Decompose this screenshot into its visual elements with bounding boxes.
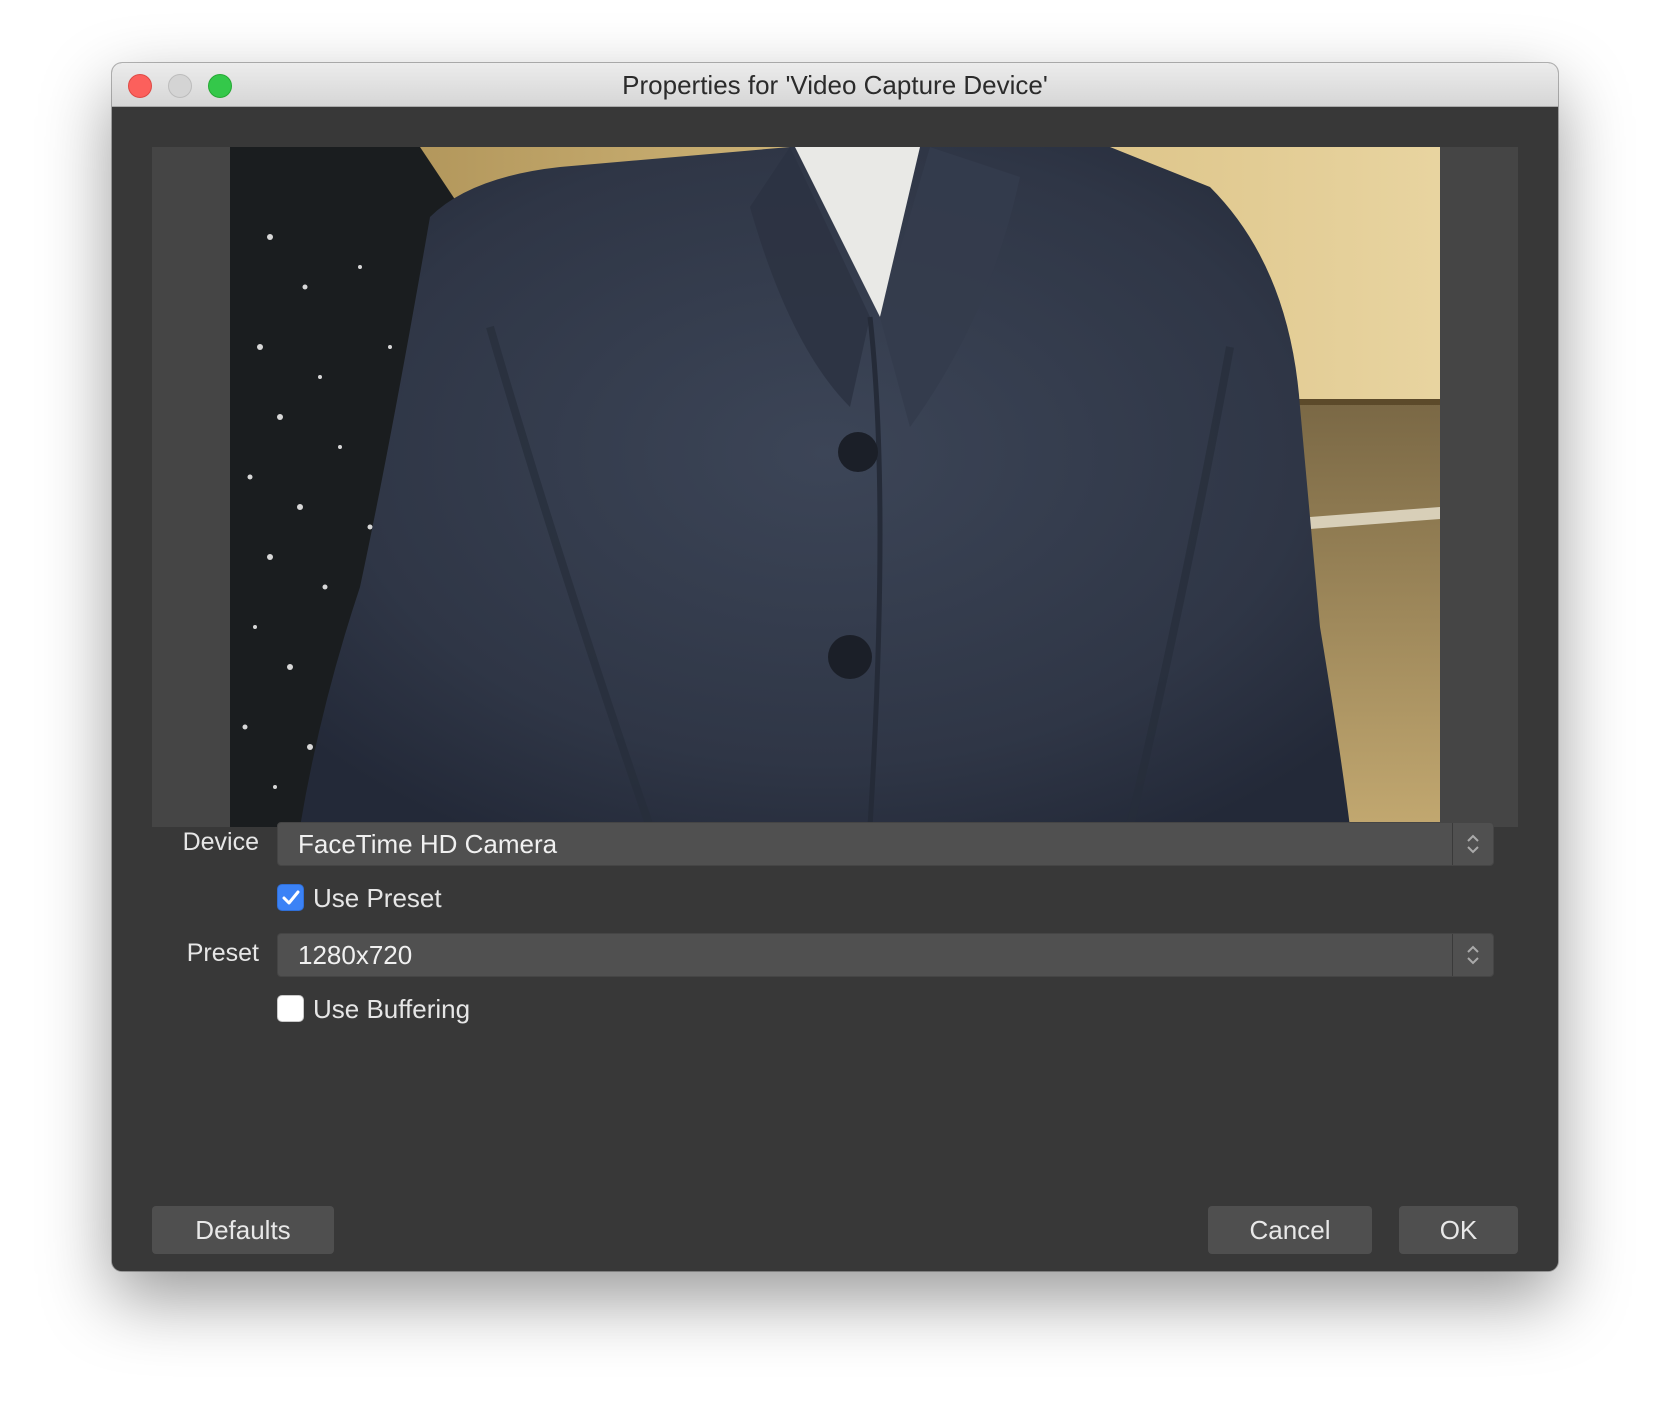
preset-select-value: 1280x720 xyxy=(298,940,413,970)
updown-chevron-icon xyxy=(1452,823,1493,865)
preset-select[interactable]: 1280x720 xyxy=(277,933,1494,977)
device-select[interactable]: FaceTime HD Camera xyxy=(277,822,1494,866)
cancel-button[interactable]: Cancel xyxy=(1208,1206,1372,1254)
use-preset-checkbox[interactable] xyxy=(277,884,304,911)
ok-button[interactable]: OK xyxy=(1399,1206,1518,1254)
title-bar[interactable]: Properties for 'Video Capture Device' xyxy=(112,63,1558,107)
use-buffering-label: Use Buffering xyxy=(313,994,471,1024)
video-preview-panel xyxy=(152,147,1518,827)
use-buffering-checkbox[interactable] xyxy=(277,995,304,1022)
use-preset-label: Use Preset xyxy=(313,883,442,913)
webcam-preview-image xyxy=(230,147,1440,827)
checkmark-icon xyxy=(282,890,300,905)
window-title: Properties for 'Video Capture Device' xyxy=(622,70,1048,100)
preset-label: Preset xyxy=(186,939,259,967)
properties-window: Properties for 'Video Capture Device' De… xyxy=(112,63,1558,1271)
updown-chevron-icon xyxy=(1452,934,1493,976)
device-select-value: FaceTime HD Camera xyxy=(298,829,558,859)
defaults-button[interactable]: Defaults xyxy=(152,1206,334,1254)
device-label: Device xyxy=(182,828,259,856)
dialog-content: Device FaceTime HD Camera Use Preset Pre… xyxy=(112,107,1558,1271)
